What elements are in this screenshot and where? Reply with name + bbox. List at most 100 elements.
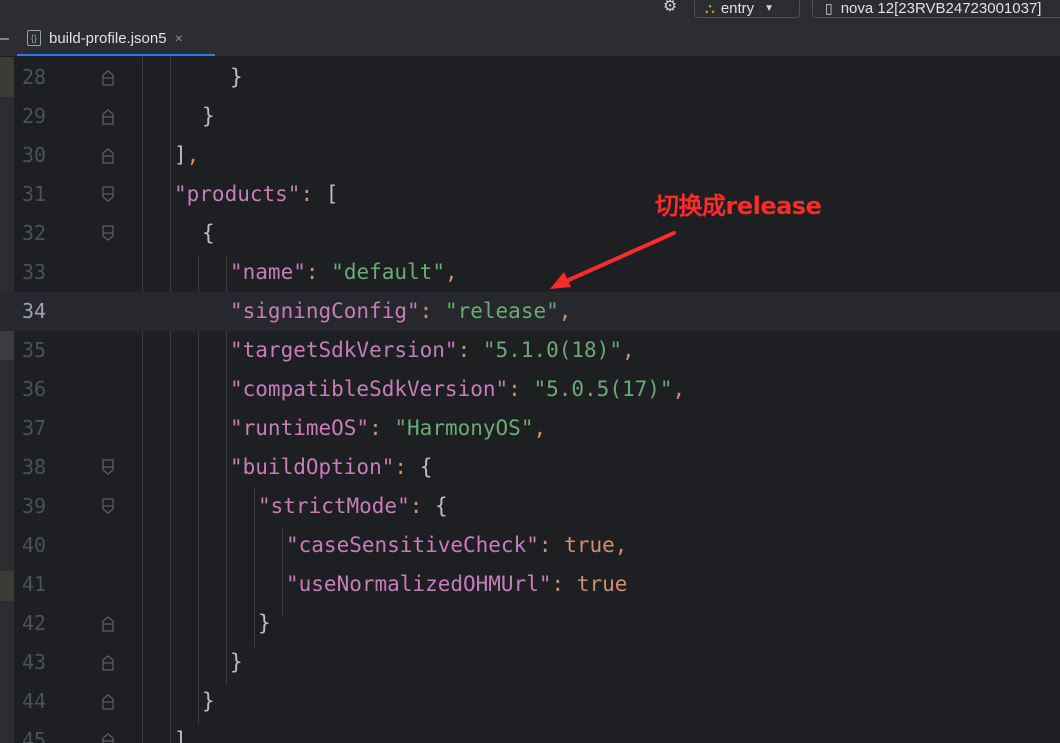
code-token: { [435,494,448,518]
code-token: "name" [230,260,306,284]
code-token: } [202,104,215,128]
code-token: "signingConfig" [230,299,420,323]
code-token: : [305,260,319,284]
annotation-arrow [550,231,676,289]
json-file-icon: {} [27,30,41,46]
code-token: : [369,416,382,440]
fold-end-icon[interactable] [100,108,116,125]
code-token: } [230,650,243,674]
annotation-label: 切换成release [655,192,822,220]
code-line-43[interactable]: 43 } [0,643,1060,682]
line-number: 34 [22,299,47,323]
code-token: : [394,455,408,479]
code-token: "runtimeOS" [230,416,370,440]
code-line-44[interactable]: 44 } [0,682,1060,721]
fold-start-icon[interactable] [100,186,116,203]
code-token: ], [174,728,200,743]
gear-icon[interactable]: ⚙ [660,0,680,15]
code-token: ] [174,143,187,167]
code-token: : [300,182,314,206]
code-token: "5.1.0(18)" [482,338,622,362]
code-line-28[interactable]: 28 } [0,58,1060,97]
code-token: "5.0.5(17)" [533,377,673,401]
module-selector[interactable]: ⛬ entry ▼ [694,0,800,18]
code-token: , [621,338,635,362]
code-token: : [419,299,433,323]
fold-end-icon[interactable] [100,615,116,632]
module-label: entry [720,0,755,17]
code-token: "useNormalizedOHMUrl" [286,572,552,596]
line-number: 35 [22,338,47,362]
top-toolbar: ⚙ ⛬ entry ▼ ▯ nova 12[23RVB24723001037] [0,0,1060,22]
line-number: 32 [22,221,47,245]
code-token: true [564,533,615,557]
fold-start-icon[interactable] [100,225,116,242]
code-line-34-current[interactable]: 34 "signingConfig": "release", [0,292,1060,331]
fold-start-icon[interactable] [100,498,116,515]
code-token: : [508,377,521,401]
code-line-31[interactable]: 31 "products": [ [0,175,1060,214]
line-number: 28 [22,65,47,89]
fold-end-icon[interactable] [100,693,116,710]
code-token: : [457,338,471,362]
line-number: 31 [22,182,47,206]
code-line-35[interactable]: 35 "targetSdkVersion": "5.1.0(18)", [0,331,1060,370]
code-editor[interactable]: 28 } 29 } 30 ], 31 "products": [ 32 { 33… [0,57,1060,743]
code-token: , [558,299,572,323]
line-number: 33 [22,260,47,284]
code-token: } [202,689,215,713]
code-line-40[interactable]: 40 "caseSensitiveCheck": true, [0,526,1060,565]
code-token: , [186,143,200,167]
line-number: 37 [22,416,47,440]
code-line-41[interactable]: 41 "useNormalizedOHMUrl": true [0,565,1060,604]
code-token: "default" [331,260,445,284]
tab-label: build-profile.json5 [49,29,167,47]
editor-tab-bar: – {} build-profile.json5 × [0,22,1060,57]
line-number: 30 [22,143,47,167]
fold-end-icon[interactable] [100,69,116,86]
line-number: 38 [22,455,47,479]
code-line-38[interactable]: 38 "buildOption": { [0,448,1060,487]
code-line-42[interactable]: 42 } [0,604,1060,643]
code-line-32[interactable]: 32 { [0,214,1060,253]
code-line-36[interactable]: 36 "compatibleSdkVersion": "5.0.5(17)", [0,370,1060,409]
code-token: "products" [174,182,301,206]
line-number: 41 [22,572,47,596]
fold-end-icon[interactable] [100,147,116,164]
chevron-down-icon: ▼ [764,3,775,14]
code-token: "buildOption" [230,455,395,479]
code-line-39[interactable]: 39 "strictMode": { [0,487,1060,526]
code-token: "strictMode" [258,494,410,518]
code-token: , [672,377,686,401]
line-number: 44 [22,689,47,713]
code-token: [ [325,182,339,206]
code-line-45[interactable]: 45 ], [0,721,1060,743]
fold-end-icon[interactable] [100,732,116,743]
code-token: , [444,260,458,284]
tab-build-profile[interactable]: {} build-profile.json5 × [17,22,215,56]
tab-bar-collapse-icon[interactable]: – [0,30,9,48]
line-number: 42 [22,611,47,635]
line-number: 36 [22,377,47,401]
line-number: 43 [22,650,47,674]
code-token: , [533,416,547,440]
line-number: 40 [22,533,47,557]
code-line-30[interactable]: 30 ], [0,136,1060,175]
close-icon[interactable]: × [175,30,183,46]
code-token: true [576,572,628,596]
code-token: "HarmonyOS" [394,416,534,440]
code-token: "caseSensitiveCheck" [286,533,539,557]
code-token: "targetSdkVersion" [230,338,458,362]
device-selector[interactable]: ▯ nova 12[23RVB24723001037] [812,0,1060,18]
code-token: } [258,611,271,635]
phone-icon: ▯ [825,0,833,16]
code-token: } [230,65,243,89]
device-label: nova 12[23RVB24723001037] [840,0,1042,17]
code-line-33[interactable]: 33 "name": "default", [0,253,1060,292]
code-token: : [551,572,565,596]
fold-start-icon[interactable] [100,459,116,476]
code-line-37[interactable]: 37 "runtimeOS": "HarmonyOS", [0,409,1060,448]
fold-end-icon[interactable] [100,654,116,671]
code-line-29[interactable]: 29 } [0,97,1060,136]
code-token: { [202,221,215,245]
